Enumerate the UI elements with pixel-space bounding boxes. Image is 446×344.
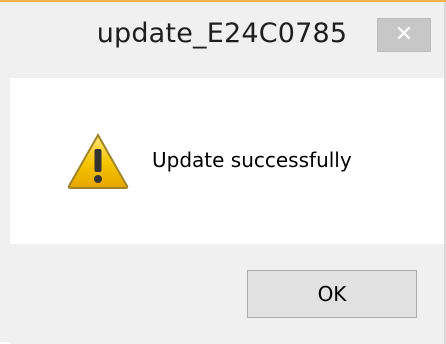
warning-icon [67, 132, 129, 189]
message-dialog: update_E24C0785 ✕ Update successfully OK [0, 0, 446, 344]
close-button[interactable]: ✕ [377, 18, 431, 52]
dialog-footer: OK [10, 244, 444, 344]
close-icon: ✕ [394, 22, 414, 47]
dialog-content: Update successfully [10, 78, 444, 244]
dialog-message: Update successfully [152, 148, 352, 172]
ok-button[interactable]: OK [247, 270, 417, 318]
dialog-titlebar: update_E24C0785 ✕ [0, 2, 444, 78]
